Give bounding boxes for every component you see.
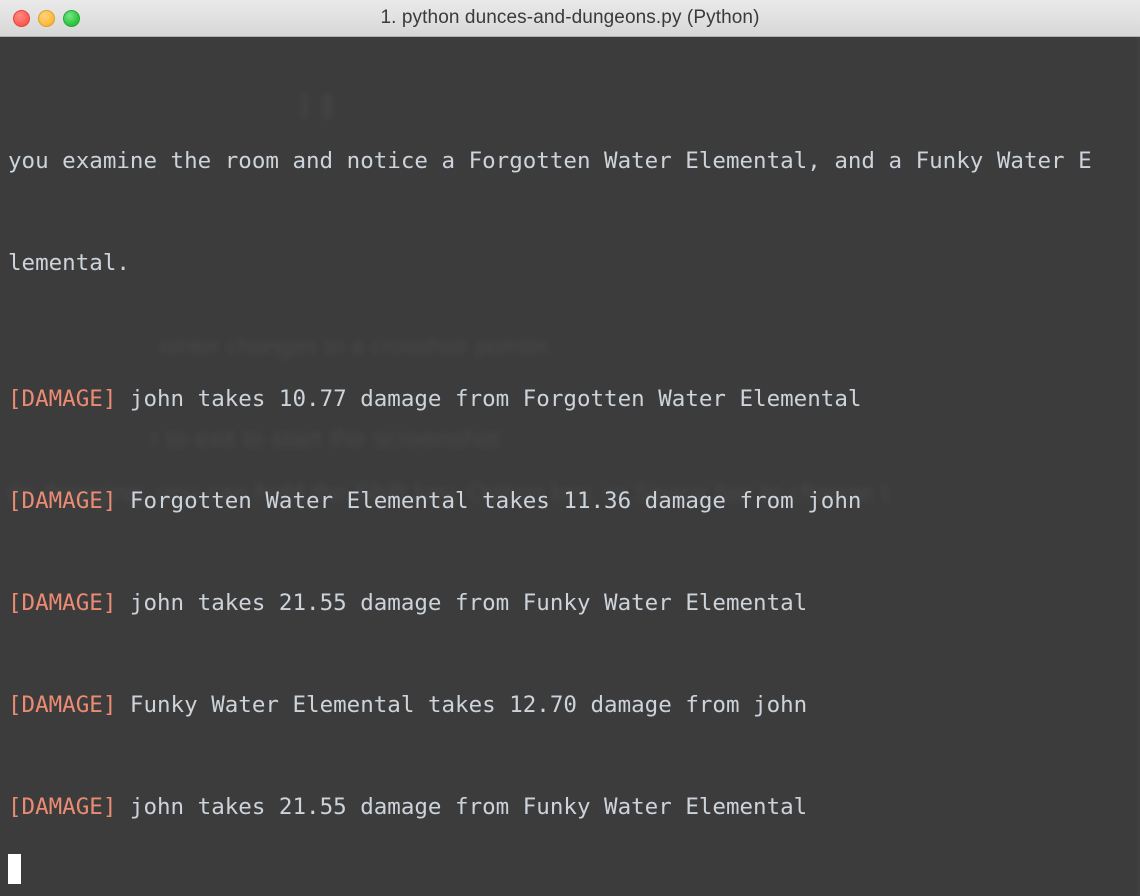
traffic-light-group xyxy=(13,9,80,27)
damage-log-line: [DAMAGE] Funky Water Elemental takes 11.… xyxy=(8,892,1140,896)
damage-tag: [DAMAGE] xyxy=(8,488,117,514)
terminal-window: 1. python dunces-and-dungeons.py (Python… xyxy=(0,0,1140,896)
close-button[interactable] xyxy=(13,9,30,27)
narration-line-1: you examine the room and notice a Forgot… xyxy=(8,148,1092,174)
damage-log-text: john takes 10.77 damage from Forgotten W… xyxy=(116,386,862,412)
damage-log-line: [DAMAGE] john takes 10.77 damage from Fo… xyxy=(8,382,1140,416)
damage-tag: [DAMAGE] xyxy=(8,794,117,820)
damage-log-text: Funky Water Elemental takes 12.70 damage… xyxy=(116,692,808,718)
zoom-button[interactable] xyxy=(63,9,80,27)
damage-tag: [DAMAGE] xyxy=(8,386,117,412)
window-titlebar: 1. python dunces-and-dungeons.py (Python… xyxy=(0,0,1140,37)
damage-log-line: [DAMAGE] Funky Water Elemental takes 12.… xyxy=(8,688,1140,722)
terminal-screen: you examine the room and notice a Forgot… xyxy=(0,37,1140,896)
damage-log-text: Forgotten Water Elemental takes 11.36 da… xyxy=(116,488,862,514)
damage-log-text: john takes 21.55 damage from Funky Water… xyxy=(116,794,808,820)
damage-tag: [DAMAGE] xyxy=(8,692,117,718)
damage-log-line: [DAMAGE] Forgotten Water Elemental takes… xyxy=(8,484,1140,518)
window-title: 1. python dunces-and-dungeons.py (Python… xyxy=(380,7,760,28)
damage-log-line: [DAMAGE] john takes 21.55 damage from Fu… xyxy=(8,790,1140,824)
damage-log-line: [DAMAGE] john takes 21.55 damage from Fu… xyxy=(8,586,1140,620)
damage-tag: [DAMAGE] xyxy=(8,590,117,616)
terminal-body[interactable]: ǀ ǁ ointer changes to a crosshair pointe… xyxy=(0,37,1140,896)
text-cursor xyxy=(8,854,21,884)
minimize-button[interactable] xyxy=(38,9,55,27)
damage-log-text: john takes 21.55 damage from Funky Water… xyxy=(116,590,808,616)
narration-line-2: lemental. xyxy=(8,250,130,276)
